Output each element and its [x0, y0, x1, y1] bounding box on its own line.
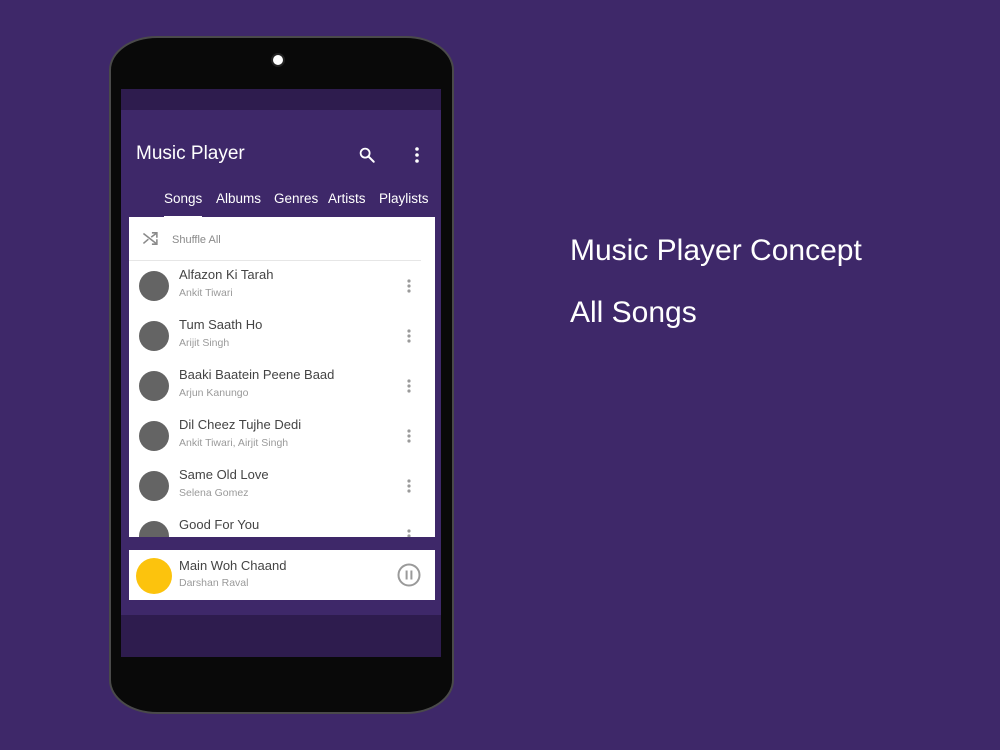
song-album-art [139, 421, 169, 451]
song-title: Tum Saath Ho [179, 317, 263, 332]
app-bar: Music Player Songs Albums Genres Artists… [121, 110, 441, 218]
more-vert-icon [407, 529, 411, 537]
song-artist: Arjun Kanungo [179, 387, 249, 399]
more-vert-icon [415, 147, 419, 163]
now-playing-bar[interactable]: Main Woh Chaand Darshan Raval [129, 550, 435, 600]
song-row[interactable]: Dil Cheez Tujhe Dedi Ankit Tiwari, Airji… [129, 411, 435, 461]
more-vert-icon [407, 329, 411, 343]
song-title: Same Old Love [179, 467, 269, 482]
song-album-art [139, 471, 169, 501]
phone-screen: Music Player Songs Albums Genres Artists… [121, 89, 441, 657]
front-camera [271, 53, 285, 67]
shuffle-icon [142, 232, 158, 245]
navigation-bar [121, 615, 441, 657]
song-row[interactable]: Alfazon Ki Tarah Ankit Tiwari [129, 261, 435, 311]
tab-bar: Songs Albums Genres Artists Playlists [121, 191, 441, 219]
shuffle-all-label: Shuffle All [172, 234, 221, 246]
song-album-art [139, 521, 169, 537]
song-artist: Ankit Tiwari [179, 287, 233, 299]
search-button[interactable] [355, 143, 379, 167]
song-list: Shuffle All Alfazon Ki Tarah Ankit Tiwar… [129, 217, 435, 537]
song-menu-button[interactable] [401, 325, 417, 347]
song-menu-button[interactable] [401, 375, 417, 397]
song-album-art [139, 321, 169, 351]
now-playing-album-art [136, 558, 172, 594]
tab-songs[interactable]: Songs [164, 191, 202, 206]
now-playing-artist: Darshan Raval [179, 577, 249, 589]
tab-albums[interactable]: Albums [216, 191, 261, 206]
song-title: Alfazon Ki Tarah [179, 267, 274, 282]
more-vert-icon [407, 279, 411, 293]
song-row[interactable]: Tum Saath Ho Arijit Singh [129, 311, 435, 361]
tab-playlists[interactable]: Playlists [379, 191, 429, 206]
more-vert-icon [407, 479, 411, 493]
song-artist: Selena Gomez [179, 487, 249, 499]
shuffle-all-row[interactable]: Shuffle All [129, 217, 421, 261]
song-menu-button[interactable] [401, 275, 417, 297]
app-title: Music Player [136, 143, 245, 164]
song-album-art [139, 371, 169, 401]
song-artist: Arijit Singh [179, 337, 230, 349]
song-title: Good For You [179, 517, 260, 532]
search-icon [359, 147, 375, 163]
song-row[interactable]: Baaki Baatein Peene Baad Arjun Kanungo [129, 361, 435, 411]
song-album-art [139, 271, 169, 301]
overflow-menu-button[interactable] [405, 143, 429, 167]
more-vert-icon [407, 429, 411, 443]
concept-title: Music Player Concept [570, 234, 862, 267]
more-vert-icon [407, 379, 411, 393]
song-menu-button[interactable] [401, 525, 417, 537]
pause-button[interactable] [397, 563, 421, 587]
song-title: Dil Cheez Tujhe Dedi [179, 417, 302, 432]
song-row[interactable]: Same Old Love Selena Gomez [129, 461, 435, 511]
tab-genres[interactable]: Genres [274, 191, 318, 206]
song-artist: Ankit Tiwari, Airjit Singh [179, 437, 289, 449]
song-menu-button[interactable] [401, 475, 417, 497]
song-menu-button[interactable] [401, 425, 417, 447]
pause-icon [397, 563, 421, 587]
tab-artists[interactable]: Artists [328, 191, 366, 206]
status-bar [121, 89, 441, 110]
screen-title: All Songs [570, 296, 697, 329]
now-playing-title: Main Woh Chaand [179, 558, 287, 573]
song-title: Baaki Baatein Peene Baad [179, 367, 335, 382]
song-row[interactable]: Good For You [129, 511, 435, 537]
